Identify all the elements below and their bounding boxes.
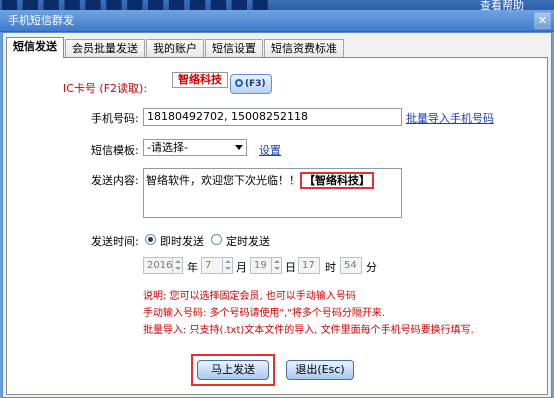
content-label: 发送内容:	[91, 174, 139, 187]
content-textarea[interactable]: 智络软件，欢迎您下次光临！！ 【智络科技】	[143, 168, 402, 218]
radio-scheduled-label[interactable]: 定时发送	[226, 233, 270, 249]
note-line-3: 批量导入: 只支持(.txt)文本文件的导入, 文件里面每个手机号码要换行填写.	[143, 325, 474, 336]
card-value: 智络科技	[172, 72, 228, 88]
exit-button[interactable]: 退出(Esc)	[286, 360, 354, 380]
year-value: 2016	[147, 260, 173, 271]
read-card-button[interactable]: (F3)	[230, 74, 272, 94]
tab-sms-pricing[interactable]: 短信资费标准	[264, 39, 344, 58]
phone-input[interactable]: 18180492702, 15008252118	[143, 108, 402, 126]
search-icon	[235, 79, 243, 87]
year-spinner: 2016	[143, 257, 183, 274]
phone-label: 手机号码:	[91, 112, 139, 125]
note-line-2: 手动输入号码: 多个号码请使用","将多个号码分隔开来.	[143, 308, 386, 319]
radio-scheduled[interactable]	[211, 234, 222, 245]
month-value: 7	[205, 260, 212, 271]
hour-value: 17	[302, 260, 315, 271]
hour-unit: 时	[325, 261, 336, 274]
tab-sms-settings[interactable]: 短信设置	[205, 39, 263, 58]
minute-spinner: 54	[340, 257, 362, 274]
radio-instant[interactable]	[145, 234, 156, 245]
chevron-down-icon	[235, 145, 243, 150]
template-label: 短信模板:	[91, 144, 139, 157]
template-selected: -请选择-	[147, 141, 188, 154]
minute-unit: 分	[366, 261, 377, 274]
month-unit: 月	[236, 261, 247, 274]
month-spin-buttons	[222, 258, 232, 273]
card-label: IC卡号 (F2读取):	[63, 82, 148, 95]
send-now-button[interactable]: 马上发送	[197, 360, 269, 380]
template-select[interactable]: -请选择-	[143, 139, 247, 156]
tab-bar: 短信发送 会员批量发送 我的账户 短信设置 短信资费标准	[6, 37, 345, 58]
day-spinner: 19	[250, 257, 282, 274]
minute-value: 54	[344, 260, 357, 271]
title-bar: 手机短信群发 ✕	[0, 10, 554, 32]
send-time-label: 发送时间:	[91, 235, 139, 248]
window-title: 手机短信群发	[8, 14, 74, 27]
content-signature: 【智络科技】	[300, 172, 374, 189]
content-text: 智络软件，欢迎您下次光临！！	[146, 174, 300, 187]
month-spinner: 7	[201, 257, 233, 274]
read-card-button-label: (F3)	[245, 79, 266, 89]
day-spin-buttons	[271, 258, 281, 273]
close-icon: ✕	[537, 14, 548, 27]
close-button[interactable]: ✕	[534, 12, 551, 29]
tab-send-sms[interactable]: 短信发送	[6, 37, 64, 58]
radio-instant-label[interactable]: 即时发送	[160, 233, 204, 249]
batch-import-link[interactable]: 批量导入手机号码	[406, 110, 494, 126]
day-value: 19	[254, 260, 267, 271]
year-spin-buttons	[172, 258, 182, 273]
day-unit: 日	[285, 261, 296, 274]
tab-my-account[interactable]: 我的账户	[146, 39, 204, 58]
year-unit: 年	[187, 261, 198, 274]
tab-member-batch[interactable]: 会员批量发送	[65, 39, 145, 58]
note-line-1: 说明: 您可以选择固定会员, 也可以手动输入号码	[143, 291, 356, 302]
template-settings-link[interactable]: 设置	[259, 142, 281, 158]
hour-spinner: 17	[298, 257, 320, 274]
